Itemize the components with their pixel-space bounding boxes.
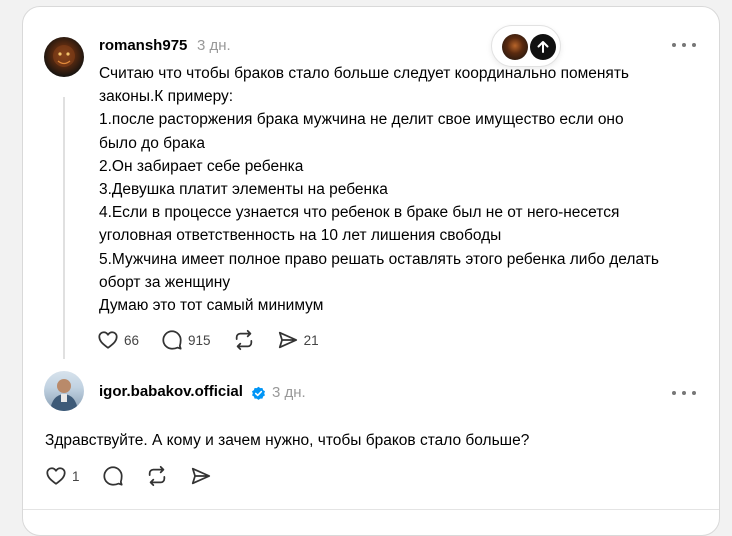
more-options-icon[interactable] bbox=[672, 40, 696, 50]
comment-button[interactable]: 915 bbox=[161, 329, 211, 351]
thread-line bbox=[63, 97, 65, 359]
verified-badge-icon bbox=[252, 386, 265, 400]
post-username[interactable]: romansh975 bbox=[99, 37, 187, 54]
post-actions: 66 915 21 bbox=[97, 329, 341, 351]
repost-icon bbox=[148, 465, 165, 487]
heart-icon bbox=[46, 467, 66, 485]
like-count: 66 bbox=[124, 332, 140, 348]
reply-share-button[interactable] bbox=[190, 465, 212, 487]
like-button[interactable]: 66 bbox=[97, 329, 139, 351]
reply-timestamp[interactable]: 3 дн. bbox=[272, 384, 306, 401]
reply-username[interactable]: igor.babakov.official bbox=[99, 383, 243, 400]
comment-icon bbox=[162, 330, 182, 350]
share-count: 21 bbox=[303, 332, 319, 348]
scroll-to-top-pill[interactable] bbox=[491, 25, 561, 67]
comment-icon bbox=[102, 466, 123, 486]
post-timestamp[interactable]: 3 дн. bbox=[197, 37, 231, 54]
reply-text: Здравствуйте. А кому и зачем нужно, чтоб… bbox=[45, 432, 530, 449]
comment-count: 915 bbox=[188, 332, 211, 348]
reply-author-avatar[interactable] bbox=[44, 371, 84, 411]
heart-icon bbox=[98, 331, 118, 349]
thread-card: romansh975 3 дн. Считаю что чтобы браков… bbox=[22, 6, 720, 536]
share-button[interactable]: 21 bbox=[277, 329, 319, 351]
reply-more-options-icon[interactable] bbox=[672, 388, 696, 398]
repost-button[interactable] bbox=[233, 329, 255, 351]
reply-comment-button[interactable] bbox=[102, 465, 124, 487]
post-text: Считаю что чтобы браков стало больше сле… bbox=[99, 65, 659, 315]
send-icon bbox=[191, 467, 210, 485]
reply-like-button[interactable]: 1 bbox=[45, 465, 80, 487]
pill-avatar bbox=[502, 34, 528, 60]
reply-repost-button[interactable] bbox=[146, 465, 168, 487]
reply-actions: 1 bbox=[45, 465, 234, 487]
divider bbox=[23, 509, 719, 510]
author-avatar[interactable] bbox=[44, 37, 84, 77]
reply-like-count: 1 bbox=[72, 468, 80, 484]
repost-icon bbox=[235, 329, 252, 351]
arrow-up-icon[interactable] bbox=[530, 34, 556, 60]
send-icon bbox=[278, 331, 297, 349]
